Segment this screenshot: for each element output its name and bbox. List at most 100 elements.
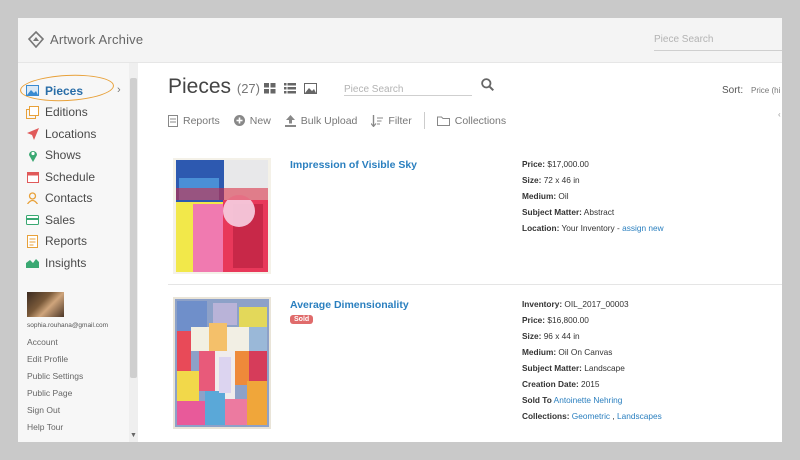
top-bar: Artwork Archive xyxy=(18,18,782,63)
scroll-down-icon[interactable]: ▼ xyxy=(130,432,137,439)
area-chart-icon xyxy=(26,256,39,269)
top-search-input[interactable] xyxy=(654,34,782,45)
piece-title-link[interactable]: Impression of Visible Sky xyxy=(290,159,417,171)
price-value: $17,000.00 xyxy=(547,159,589,169)
sidebar-item-sales[interactable]: Sales xyxy=(26,209,96,231)
sidebar-item-label: Sales xyxy=(45,212,76,227)
app-window: Artwork Archive ▼ Pieces Editions Locati… xyxy=(18,18,782,442)
search-icon[interactable] xyxy=(481,78,495,96)
user-email: sophia.rouhana@gmail.com xyxy=(27,322,109,329)
account-link[interactable]: Account xyxy=(27,336,83,353)
account-links: Account Edit Profile Public Settings Pub… xyxy=(27,336,83,438)
detail-label: Size: xyxy=(522,331,542,341)
piece-details: Inventory: OIL_2017_00003 Price: $16,800… xyxy=(522,299,662,427)
bulk-upload-button[interactable]: Bulk Upload xyxy=(284,114,358,127)
size-value: 96 x 44 in xyxy=(543,331,580,341)
detail-label: Subject Matter: xyxy=(522,207,582,217)
sidebar-item-reports[interactable]: Reports xyxy=(26,231,96,253)
sidebar-scrollbar-thumb[interactable] xyxy=(130,78,137,378)
detail-label: Sold To xyxy=(522,395,552,405)
assign-new-link[interactable]: assign new xyxy=(622,223,664,233)
calendar-icon xyxy=(26,170,39,183)
sidebar-item-label: Locations xyxy=(45,126,97,141)
sidebar-item-schedule[interactable]: Schedule xyxy=(26,166,96,188)
detail-label: Price: xyxy=(522,315,546,325)
sidebar-item-label: Pieces xyxy=(45,83,84,98)
sidebar-item-locations[interactable]: Locations xyxy=(26,123,96,145)
sidebar-item-pieces[interactable]: Pieces xyxy=(26,80,96,102)
artwork-archive-logo-icon xyxy=(28,31,44,48)
avatar[interactable] xyxy=(27,292,64,317)
location-arrow-icon xyxy=(26,127,39,140)
collection-link[interactable]: Landscapes xyxy=(617,411,662,421)
filter-button[interactable]: Filter xyxy=(371,114,412,127)
piece-details: Price: $17,000.00 Size: 72 x 46 in Mediu… xyxy=(522,159,664,239)
subject-value: Landscape xyxy=(584,363,625,373)
sidebar-item-label: Reports xyxy=(45,234,88,249)
public-page-link[interactable]: Public Page xyxy=(27,387,83,404)
collection-separator: , xyxy=(610,411,617,421)
detail-label: Creation Date: xyxy=(522,379,579,389)
grid-view-icon[interactable] xyxy=(264,81,276,99)
price-value: $16,800.00 xyxy=(547,315,589,325)
logo[interactable]: Artwork Archive xyxy=(28,31,143,48)
image-view-icon[interactable] xyxy=(304,81,317,99)
artwork-thumbnail[interactable] xyxy=(173,297,271,429)
report-icon xyxy=(168,114,178,127)
creation-date-value: 2015 xyxy=(581,379,600,389)
location-value: Your Inventory xyxy=(561,223,615,233)
editions-icon xyxy=(26,105,39,119)
edit-profile-link[interactable]: Edit Profile xyxy=(27,353,83,370)
medium-value: Oil On Canvas xyxy=(558,347,613,357)
medium-value: Oil xyxy=(558,191,569,201)
status-badge: Sold xyxy=(290,315,314,324)
detail-label: Inventory: xyxy=(522,299,563,309)
list-view-icon[interactable] xyxy=(284,81,296,99)
collections-button-label: Collections xyxy=(454,114,507,127)
artwork-thumbnail[interactable] xyxy=(173,158,271,274)
sidebar-item-label: Shows xyxy=(45,148,82,163)
collection-link[interactable]: Geometric xyxy=(572,411,610,421)
sidebar-item-insights[interactable]: Insights xyxy=(26,252,96,274)
sold-to-link[interactable]: Antoinette Nehring xyxy=(554,395,623,405)
reports-button-label: Reports xyxy=(183,114,220,127)
sign-out-link[interactable]: Sign Out xyxy=(27,404,83,421)
reports-button[interactable]: Reports xyxy=(168,114,220,127)
public-settings-link[interactable]: Public Settings xyxy=(27,370,83,387)
piece-search-field[interactable] xyxy=(344,79,472,96)
app-name: Artwork Archive xyxy=(50,32,144,47)
toolbar-divider xyxy=(423,112,425,129)
piece-count: (27) xyxy=(236,81,260,96)
plus-circle-icon xyxy=(233,115,245,126)
sidebar-item-label: Contacts xyxy=(45,191,93,206)
folder-icon xyxy=(436,116,450,126)
map-pin-icon xyxy=(26,149,39,162)
piece-title-link[interactable]: Average Dimensionality xyxy=(290,299,409,311)
subject-value: Abstract xyxy=(583,207,615,217)
upload-icon xyxy=(284,114,296,127)
help-tour-link[interactable]: Help Tour xyxy=(27,421,83,438)
bulk-upload-button-label: Bulk Upload xyxy=(300,114,358,127)
detail-label: Price: xyxy=(522,159,546,169)
page-title-text: Pieces xyxy=(168,75,232,98)
size-value: 72 x 46 in xyxy=(543,175,580,185)
top-search-field[interactable] xyxy=(654,34,782,51)
toolbar: Reports New Bulk Upload Filter Collectio… xyxy=(168,112,506,129)
new-button-label: New xyxy=(249,114,271,127)
detail-label: Location: xyxy=(522,223,560,233)
detail-label: Size: xyxy=(522,175,542,185)
chevron-right-icon[interactable]: › xyxy=(117,84,121,96)
inventory-value: OIL_2017_00003 xyxy=(564,299,629,309)
new-button[interactable]: New xyxy=(233,114,271,127)
detail-label: Medium: xyxy=(522,347,557,357)
detail-label: Medium: xyxy=(522,191,557,201)
sidebar-item-editions[interactable]: Editions xyxy=(26,102,96,124)
sidebar-item-contacts[interactable]: Contacts xyxy=(26,188,96,210)
collections-button[interactable]: Collections xyxy=(436,114,507,127)
more-icon[interactable]: ‹ xyxy=(778,110,781,119)
sort-select[interactable]: Price (hi xyxy=(751,86,780,95)
sidebar-item-shows[interactable]: Shows xyxy=(26,145,96,167)
page-title: Pieces (27) xyxy=(168,75,260,99)
row-divider xyxy=(168,284,782,285)
piece-search-input[interactable] xyxy=(344,84,472,95)
